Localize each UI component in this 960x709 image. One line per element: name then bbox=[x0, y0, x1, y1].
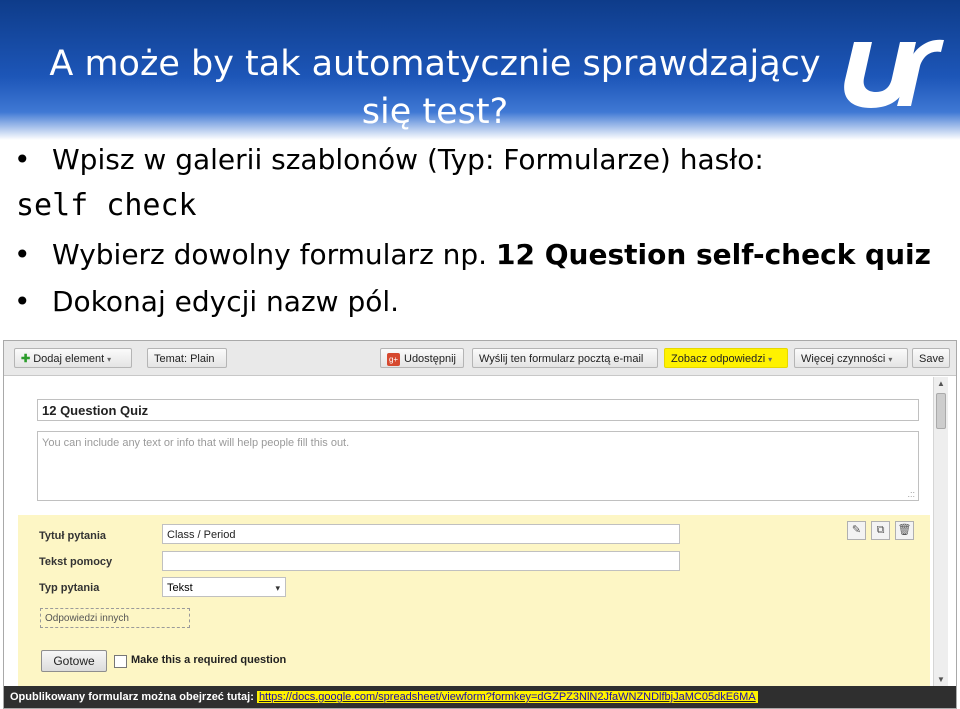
done-button[interactable]: Gotowe bbox=[41, 650, 107, 672]
published-form-text: Opublikowany formularz można obejrzeć tu… bbox=[10, 691, 254, 703]
add-element-label: Dodaj element bbox=[33, 353, 105, 365]
save-button[interactable]: Save bbox=[912, 348, 950, 368]
required-label: Make this a required question bbox=[131, 654, 287, 666]
question-title-label: Tytuł pytania bbox=[39, 530, 107, 542]
form-editor-screenshot: ✚ Dodaj element ▾ Temat: Plain g+ Udostępni… bbox=[3, 340, 957, 709]
published-form-bar: Opublikowany formularz można obejrzeć tu… bbox=[4, 686, 956, 708]
scroll-thumb[interactable] bbox=[936, 393, 946, 429]
bullet-dot: • bbox=[14, 143, 31, 176]
scroll-up-icon[interactable]: ▲ bbox=[934, 377, 948, 391]
question-type-value: Tekst bbox=[167, 582, 193, 594]
share-label: Udostępnij bbox=[404, 353, 456, 365]
bullet-2: • Wybierz dowolny formularz np. 12 Questi… bbox=[14, 238, 931, 271]
theme-button[interactable]: Temat: Plain bbox=[147, 348, 227, 368]
plus-icon: ✚ bbox=[21, 353, 31, 365]
bullet-1: • Wpisz w galerii szablonów (Typ: Formula… bbox=[14, 143, 764, 176]
question-type-select[interactable]: Tekst ▾ bbox=[162, 577, 286, 597]
duplicate-icon[interactable]: ⧉ bbox=[871, 521, 890, 540]
delete-icon[interactable]: 🗑 bbox=[895, 521, 914, 540]
slide-title-line1: A może by tak automatycznie sprawdzający bbox=[49, 44, 821, 84]
published-form-link[interactable]: https://docs.google.com/spreadsheet/view… bbox=[256, 691, 758, 703]
editor-toolbar: ✚ Dodaj element ▾ Temat: Plain g+ Udostępni… bbox=[4, 341, 956, 376]
template-keyword: self check bbox=[16, 188, 197, 223]
published-form-url: https://docs.google.com/spreadsheet/view… bbox=[258, 691, 756, 703]
slide-title-line2: się test? bbox=[361, 92, 509, 132]
add-element-button[interactable]: ✚ Dodaj element ▾ bbox=[14, 348, 132, 368]
chevron-down-icon: ▾ bbox=[768, 355, 773, 364]
question-title-input[interactable]: Class / Period bbox=[162, 524, 680, 544]
bullet-3-text: Dokonaj edycji nazw pól. bbox=[52, 285, 400, 318]
edit-icon[interactable]: ✎ bbox=[847, 521, 866, 540]
more-actions-label: Więcej czynności bbox=[801, 353, 886, 365]
bullet-3: • Dokonaj edycji nazw pól. bbox=[14, 285, 399, 318]
bullet-dot: • bbox=[14, 238, 31, 271]
chevron-down-icon: ▾ bbox=[107, 355, 112, 364]
send-email-button[interactable]: Wyślij ten formularz pocztą e-mail bbox=[472, 348, 658, 368]
chevron-down-icon: ▾ bbox=[275, 583, 280, 593]
slide-title: A może by tak automatycznie sprawdzający… bbox=[0, 40, 870, 136]
resize-handle-icon[interactable]: .:: bbox=[907, 489, 915, 499]
form-title-input[interactable]: 12 Question Quiz bbox=[37, 399, 919, 421]
vertical-scrollbar[interactable]: ▲ ▼ bbox=[933, 377, 948, 687]
google-plus-icon: g+ bbox=[387, 352, 400, 366]
help-text-input[interactable] bbox=[162, 551, 680, 571]
question-editor: Tytuł pytania Class / Period Tekst pomoc… bbox=[18, 515, 930, 687]
required-checkbox[interactable] bbox=[114, 655, 127, 668]
bullet-dot: • bbox=[14, 285, 31, 318]
more-actions-button[interactable]: Więcej czynności ▾ bbox=[794, 348, 908, 368]
chevron-down-icon: ▾ bbox=[888, 355, 893, 364]
form-description-placeholder: You can include any text or info that wi… bbox=[42, 437, 350, 449]
view-responses-label: Zobacz odpowiedzi bbox=[671, 353, 766, 365]
question-type-label: Typ pytania bbox=[39, 582, 100, 594]
form-description-input[interactable]: You can include any text or info that wi… bbox=[37, 431, 919, 501]
bullet-2-bold: 12 Question self-check quiz bbox=[496, 238, 931, 271]
bullet-1-text: Wpisz w galerii szablonów (Typ: Formular… bbox=[52, 143, 764, 176]
bullet-2-text: Wybierz dowolny formularz np. bbox=[52, 238, 488, 271]
scroll-down-icon[interactable]: ▼ bbox=[934, 673, 948, 687]
university-logo bbox=[844, 39, 944, 108]
form-area: 12 Question Quiz You can include any tex… bbox=[18, 375, 930, 687]
other-answers-box[interactable]: Odpowiedzi innych bbox=[40, 608, 190, 628]
view-responses-button[interactable]: Zobacz odpowiedzi ▾ bbox=[664, 348, 788, 368]
share-button[interactable]: g+ Udostępnij bbox=[380, 348, 464, 368]
help-text-label: Tekst pomocy bbox=[39, 556, 113, 568]
